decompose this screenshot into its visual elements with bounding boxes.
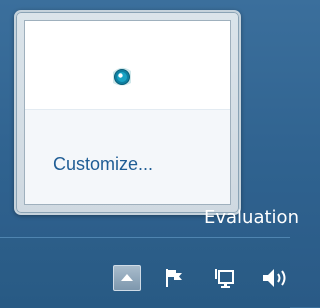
customize-area: Customize... [25,110,230,204]
show-hidden-icons-button[interactable] [113,265,141,291]
customize-link[interactable]: Customize... [53,154,153,175]
taskbar [0,237,290,308]
hidden-icons-area [25,21,230,109]
network-icon[interactable] [212,265,238,291]
up-arrow-icon [121,274,133,281]
flyout-content: Customize... [24,20,231,205]
action-center-flag-icon[interactable] [161,265,187,291]
tray-app-icon[interactable] [111,65,133,87]
evaluation-watermark: Evaluation [204,207,299,228]
notification-overflow-flyout: Customize... [14,10,241,215]
volume-icon[interactable] [260,265,290,291]
